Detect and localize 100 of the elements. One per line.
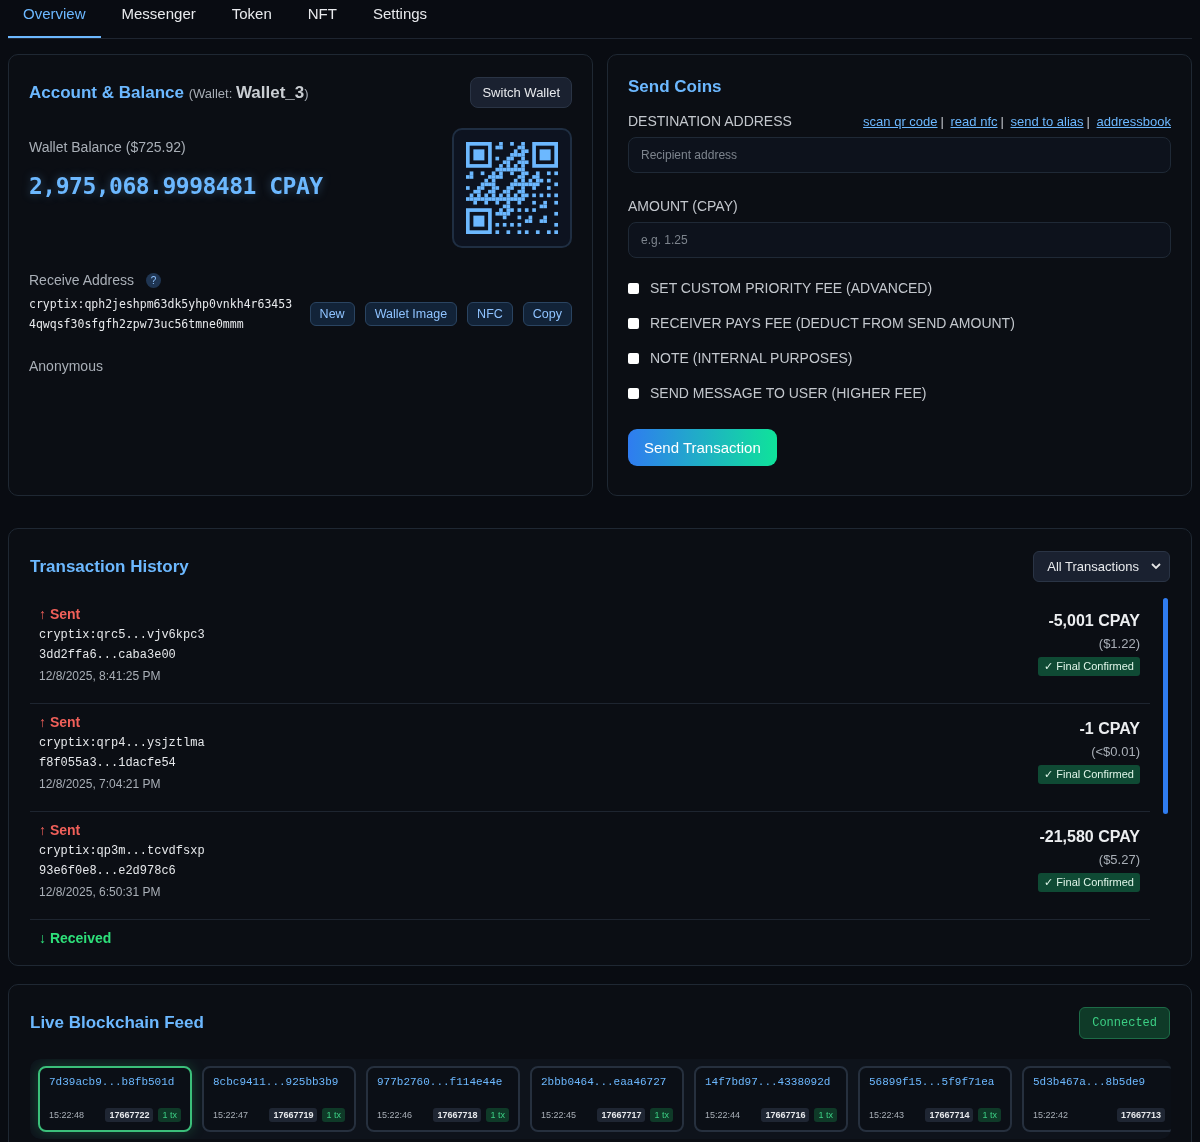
balance-label: Wallet Balance ($725.92) — [29, 139, 187, 155]
block-height: 17667716 — [761, 1108, 810, 1122]
card-title: Live Blockchain Feed — [30, 1013, 204, 1033]
block-height: 17667713 — [1116, 1108, 1165, 1122]
block-card[interactable]: 8cbc9411...925bb3b9 15:22:47 17667719 1 tx — [202, 1066, 356, 1132]
card-title: Send Coins — [628, 77, 723, 97]
block-hash: 2bbb0464...eaa46727 — [541, 1076, 668, 1088]
receive-address: cryptix:qph2jeshpm63dk5yhp0vnkh4r634534qwqsf30sfgfh2zpw73uc56tmne0mmm — [29, 296, 294, 333]
transaction-time: 12/8/2025, 6:50:31 PM — [39, 885, 162, 899]
transaction-address: cryptix:qp3m...tcvdfsxp — [39, 844, 205, 858]
card-title: Transaction History — [30, 556, 189, 577]
checkbox[interactable] — [628, 282, 639, 294]
caret-icon — [1151, 563, 1161, 570]
address-link[interactable]: addressbook — [1096, 114, 1171, 129]
block-card[interactable]: 977b2760...f114e44e 15:22:46 17667718 1 tx — [366, 1066, 520, 1132]
link-separator: | — [1086, 114, 1090, 129]
transaction-amount: -1 CPAY — [1079, 720, 1140, 738]
transaction-amount: -5,001 CPAY — [1048, 612, 1140, 630]
transaction-time: 12/8/2025, 7:04:21 PM — [39, 777, 162, 791]
tx-count: 1 tx — [650, 1108, 673, 1122]
nav-tab[interactable]: Token — [216, 0, 287, 38]
fiat-value: ($5.27) — [1098, 852, 1140, 867]
block-time: 15:22:47 — [213, 1110, 249, 1120]
scrollbar[interactable] — [1163, 598, 1168, 814]
connection-status: Connected — [1079, 1007, 1170, 1039]
transaction-id: 3dd2ffa6...caba3e00 — [39, 648, 177, 662]
address-link[interactable]: scan qr code — [863, 114, 938, 129]
option-label: NOTE (INTERNAL PURPOSES) — [650, 350, 853, 366]
link-separator: | — [940, 114, 944, 129]
tx-count: 1 tx — [486, 1108, 509, 1122]
option-label: SET CUSTOM PRIORITY FEE (ADVANCED) — [650, 280, 933, 296]
amount-field[interactable]: e.g. 1.25 — [628, 222, 1171, 258]
tx-count: 1 tx — [322, 1108, 345, 1122]
transaction-amount: -21,580 CPAY — [1039, 828, 1140, 846]
field-label: AMOUNT (CPAY) — [628, 198, 739, 214]
block-hash: 14f7bd97...4338092d — [705, 1076, 832, 1088]
receive-address-label: Receive Address — [29, 272, 135, 288]
address-action-button[interactable]: Copy — [522, 302, 572, 326]
transaction-type: ↑ Sent — [39, 714, 82, 730]
transaction-type: ↓ Received — [39, 930, 112, 946]
wallet-label: (Wallet: Wallet_3) — [188, 85, 309, 101]
block-hash: 7d39acb9...b8fb501d — [49, 1076, 176, 1088]
block-time: 15:22:43 — [869, 1110, 905, 1120]
link-separator: | — [1000, 114, 1004, 129]
transaction-type: ↑ Sent — [39, 606, 82, 622]
transaction-address: cryptix:qrp4...ysjztlma — [39, 736, 205, 750]
option-label: SEND MESSAGE TO USER (HIGHER FEE) — [650, 385, 927, 401]
checkbox[interactable] — [628, 387, 639, 399]
block-card[interactable]: 14f7bd97...4338092d 15:22:44 17667716 1 tx — [694, 1066, 848, 1132]
address-action-button[interactable]: New — [309, 302, 355, 326]
status-badge: ✓ Final Confirmed — [1038, 873, 1140, 892]
block-card[interactable]: 5d3b467a...8b5de9 15:22:42 17667713 — [1022, 1066, 1171, 1132]
help-icon[interactable]: ? — [146, 272, 162, 288]
tx-count: 1 tx — [978, 1108, 1001, 1122]
status-badge: ✓ Final Confirmed — [1038, 657, 1140, 676]
fiat-value: (<$0.01) — [1091, 744, 1140, 759]
block-time: 15:22:45 — [541, 1110, 577, 1120]
address-field[interactable]: Recipient address — [628, 137, 1171, 173]
nav-tab[interactable]: Settings — [357, 0, 443, 38]
option-label: RECEIVER PAYS FEE (DEDUCT FROM SEND AMOUNT) — [650, 315, 1015, 331]
transaction-id: 93e6f0e8...e2d978c6 — [39, 864, 177, 878]
checkbox[interactable] — [628, 317, 639, 329]
checkbox[interactable] — [628, 352, 639, 364]
qr-code-icon — [466, 142, 558, 234]
filter-dropdown[interactable]: All Transactions — [1033, 551, 1170, 582]
transaction-type: ↑ Sent — [39, 822, 82, 838]
block-height: 17667718 — [433, 1108, 482, 1122]
address-action-button[interactable]: NFC — [467, 302, 513, 326]
transaction-time: 12/8/2025, 8:41:25 PM — [39, 669, 162, 683]
block-hash: 8cbc9411...925bb3b9 — [213, 1076, 340, 1088]
balance-amount: 2,975,068.9998481 CPAY — [29, 173, 323, 199]
block-hash: 977b2760...f114e44e — [377, 1076, 504, 1088]
nav-tab[interactable]: Messenger — [106, 0, 211, 38]
block-height: 17667717 — [597, 1108, 646, 1122]
tx-count: 1 tx — [158, 1108, 181, 1122]
transaction-id: f8f055a3...1dacfe54 — [39, 756, 177, 770]
nav-tab[interactable]: Overview — [8, 0, 101, 38]
fiat-value: ($1.22) — [1098, 636, 1140, 651]
block-time: 15:22:44 — [705, 1110, 741, 1120]
identity-label: Anonymous — [29, 358, 104, 374]
block-height: 17667714 — [925, 1108, 974, 1122]
switch-wallet-button[interactable]: Switch Wallet — [470, 77, 572, 108]
nav-tab[interactable]: NFT — [292, 0, 352, 38]
block-hash: 56899f15...5f9f71ea — [869, 1076, 996, 1088]
card-title: Account & Balance — [29, 82, 184, 102]
block-time: 15:22:46 — [377, 1110, 413, 1120]
block-height: 17667722 — [105, 1108, 154, 1122]
address-link[interactable]: read nfc — [950, 114, 998, 129]
transaction-address: cryptix:qrc5...vjv6kpc3 — [39, 628, 205, 642]
block-time: 15:22:48 — [49, 1110, 85, 1120]
tx-count: 1 tx — [814, 1108, 837, 1122]
block-card[interactable]: 56899f15...5f9f71ea 15:22:43 17667714 1 tx — [858, 1066, 1012, 1132]
address-link[interactable]: send to alias — [1010, 114, 1084, 129]
status-badge: ✓ Final Confirmed — [1038, 765, 1140, 784]
block-card[interactable]: 2bbb0464...eaa46727 15:22:45 17667717 1 tx — [530, 1066, 684, 1132]
block-card[interactable]: 7d39acb9...b8fb501d 15:22:48 17667722 1 tx — [38, 1066, 192, 1132]
block-hash: 5d3b467a...8b5de9 — [1033, 1076, 1147, 1088]
address-action-button[interactable]: Wallet Image — [364, 302, 458, 326]
block-height: 17667719 — [269, 1108, 318, 1122]
block-time: 15:22:42 — [1033, 1110, 1069, 1120]
